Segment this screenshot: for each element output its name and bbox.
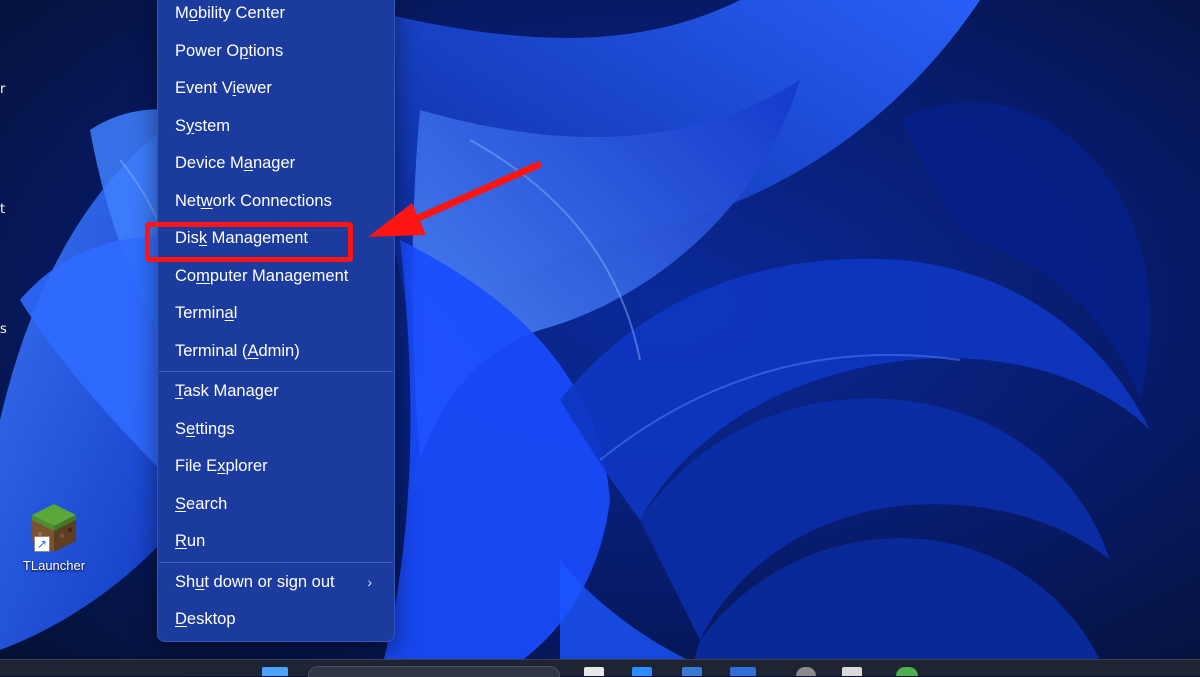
menu-item-power-options[interactable]: Power Options [158,33,394,71]
desktop-edge-label: t [0,202,6,217]
menu-item-label: Run [175,532,206,550]
menu-item-label: Power Options [175,41,284,60]
menu-item-system[interactable]: System [158,108,394,146]
menu-item-settings[interactable]: Settings [158,411,394,449]
menu-item-label: Computer Management [175,266,349,285]
disk-management-highlight-box [145,222,353,262]
menu-item-search[interactable]: Search [158,486,394,524]
menu-item-mobility-center[interactable]: Mobility Center [158,0,394,33]
desktop-shortcut-tlauncher[interactable]: ↗ TLauncher [18,502,90,573]
menu-item-task-manager[interactable]: Task Manager [158,373,394,411]
menu-item-label: Network Connections [175,191,332,210]
menu-item-label: Settings [175,419,235,438]
menu-item-label: Search [175,494,228,513]
menu-item-terminal[interactable]: Terminal [158,295,394,333]
menu-group: Shut down or sign out › Desktop [158,564,394,639]
menu-item-label: System [175,116,231,135]
minecraft-grass-block-icon: ↗ [30,502,78,554]
menu-item-label: File Explorer [175,457,268,475]
desktop-edge-label: r [0,82,6,97]
menu-group: Task Manager Settings File Explorer Search R… [158,373,394,561]
menu-group: Mobility Center Power Options Event Viewer… [158,0,394,370]
menu-item-label: Device Manager [175,154,296,172]
menu-item-label: Event Viewer [175,79,272,97]
menu-item-shut-down-or-sign-out[interactable]: Shut down or sign out › [158,564,394,602]
menu-item-event-viewer[interactable]: Event Viewer [158,70,394,108]
menu-item-computer-management[interactable]: Computer Management [158,258,394,296]
red-arrow-annotation [368,161,542,237]
taskbar [0,659,1200,677]
menu-divider [159,371,393,372]
shortcut-label: TLauncher [22,558,86,573]
menu-item-terminal-admin[interactable]: Terminal (Admin) [158,333,394,371]
menu-item-label: Terminal (Admin) [175,341,300,360]
menu-item-file-explorer[interactable]: File Explorer [158,448,394,486]
menu-item-label: Mobility Center [175,4,286,22]
menu-item-network-connections[interactable]: Network Connections [158,183,394,221]
menu-item-label: Task Manager [175,382,279,400]
shortcut-arrow-icon: ↗ [34,536,50,552]
menu-item-device-manager[interactable]: Device Manager [158,145,394,183]
search-box[interactable] [308,666,560,677]
chevron-right-icon: › [367,573,372,590]
menu-item-label: Terminal [175,304,238,322]
menu-item-desktop[interactable]: Desktop [158,601,394,639]
menu-divider [159,561,393,563]
menu-item-run[interactable]: Run [158,523,394,561]
desktop-edge-label: s [0,322,7,337]
menu-item-label: Desktop [175,610,236,628]
menu-item-label: Shut down or sign out [175,572,335,591]
quick-link-menu: Mobility Center Power Options Event Viewer… [157,0,395,642]
